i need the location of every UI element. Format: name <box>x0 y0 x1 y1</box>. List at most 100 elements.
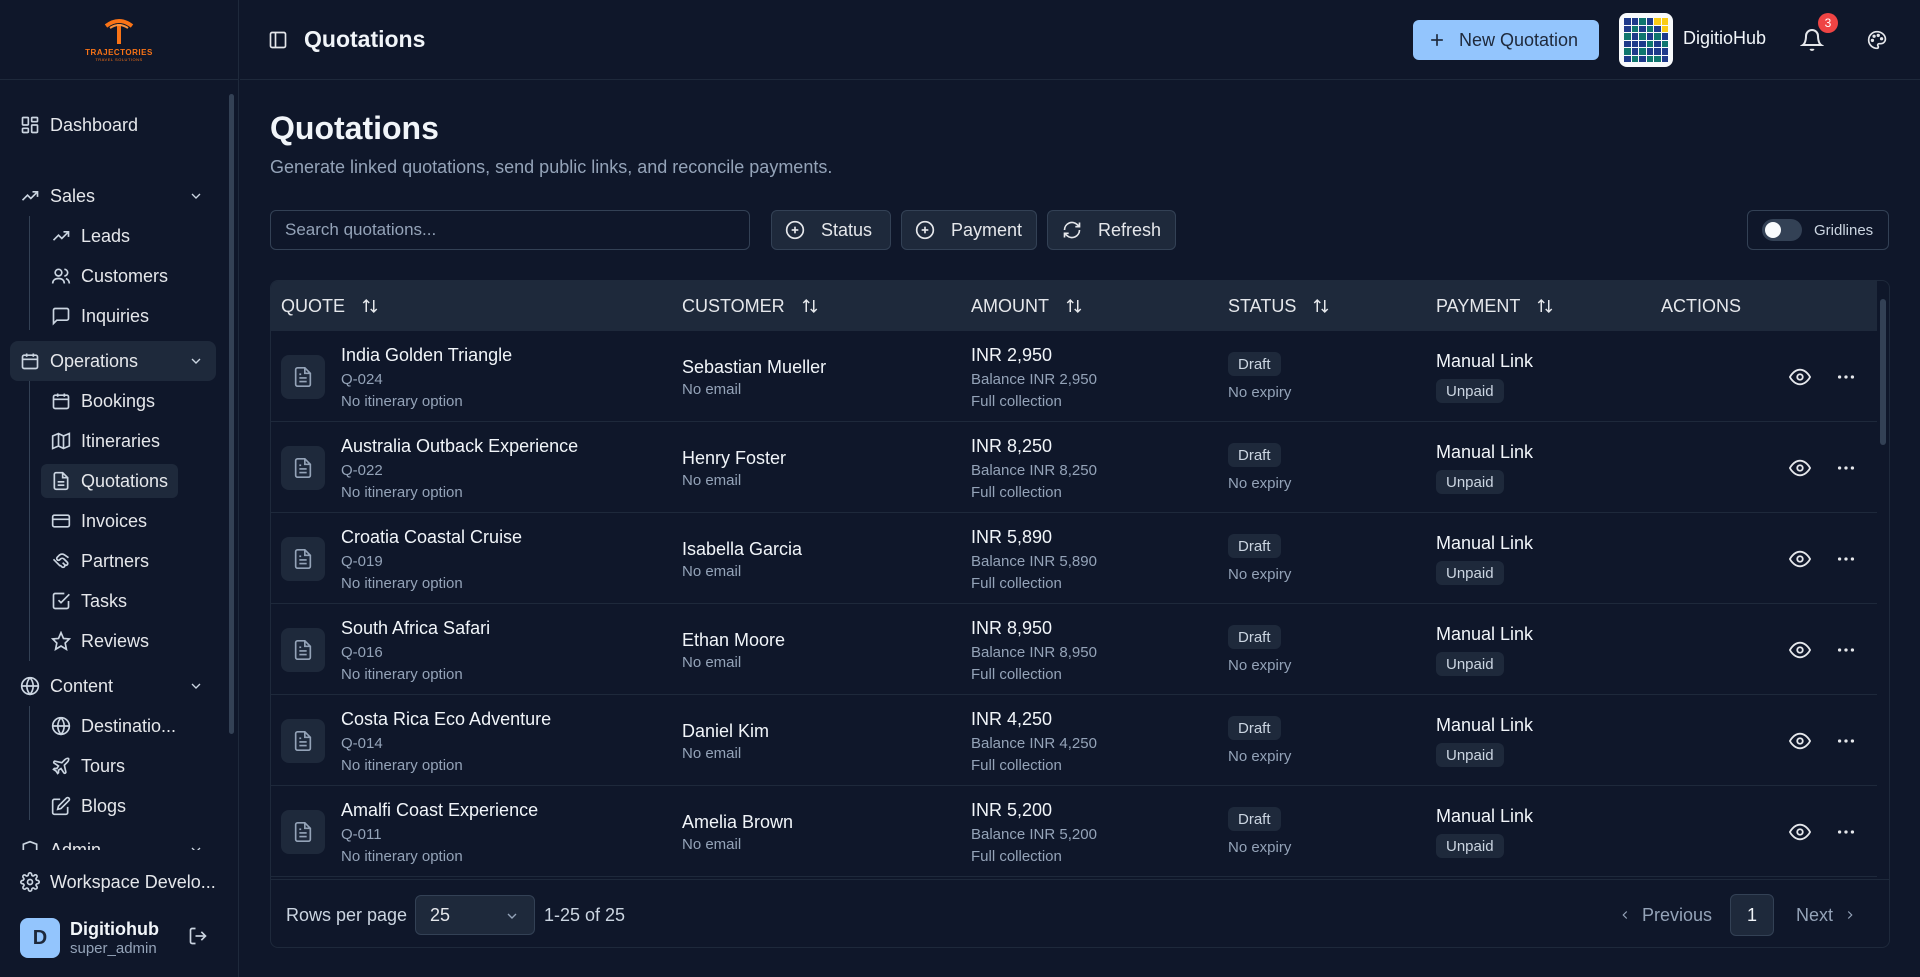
sidebar-item-blogs[interactable]: Blogs <box>41 789 136 823</box>
workspace-label: Workspace Develo... <box>50 871 216 892</box>
amount-collection: Full collection <box>971 848 1062 865</box>
sidebar: TRAJECTORIES TRAVEL SOLUTIONS Dashboard … <box>0 0 239 977</box>
payment-method: Manual Link <box>1436 351 1534 371</box>
brand-logo[interactable]: TRAJECTORIES TRAVEL SOLUTIONS <box>0 0 238 80</box>
gridlines-switch[interactable] <box>1762 219 1802 241</box>
customer-name: Ethan Moore <box>682 630 786 650</box>
sidebar-item-leads[interactable]: Leads <box>41 219 140 253</box>
quote-title[interactable]: Croatia Coastal Cruise <box>341 527 522 548</box>
status-filter-button[interactable]: Status <box>771 210 891 250</box>
more-horizontal-icon[interactable] <box>1835 730 1857 752</box>
customer-name: Sebastian Mueller <box>682 357 827 377</box>
sidebar-group-sales[interactable]: Sales <box>10 176 216 216</box>
quote-title[interactable]: India Golden Triangle <box>341 345 512 366</box>
quote-title[interactable]: Australia Outback Experience <box>341 436 578 457</box>
sub-nav-line <box>29 216 30 330</box>
payment-filter-button[interactable]: Payment <box>901 210 1037 250</box>
new-quotation-button[interactable]: New Quotation <box>1413 20 1599 60</box>
quote-title[interactable]: South Africa Safari <box>341 618 490 639</box>
user-profile[interactable]: D Digitiohub super_admin <box>20 914 220 962</box>
chevron-down-icon <box>191 358 201 364</box>
sidebar-item-label: Bookings <box>81 390 156 411</box>
search-input[interactable] <box>270 210 750 250</box>
page-number-button[interactable]: 1 <box>1730 894 1774 936</box>
sidebar-group-content[interactable]: Content <box>10 666 216 706</box>
sidebar-group-admin[interactable]: Admin <box>10 830 216 850</box>
workspace-switcher[interactable]: Workspace Develo... <box>10 862 230 902</box>
column-header-actions: ACTIONS <box>1661 281 1741 331</box>
column-header-status[interactable]: STATUS <box>1228 281 1330 331</box>
rows-per-page-select[interactable]: 25 <box>415 895 535 935</box>
chevron-down-icon <box>191 847 201 850</box>
more-horizontal-icon[interactable] <box>1835 366 1857 388</box>
quote-title[interactable]: Costa Rica Eco Adventure <box>341 709 551 730</box>
table-row[interactable]: Amalfi Coast Experience Q-011 No itinera… <box>271 786 1877 877</box>
table-row[interactable]: South Africa Safari Q-016 No itinerary o… <box>271 604 1877 695</box>
amount-total: INR 5,890 <box>971 527 1053 547</box>
calendar-icon <box>52 393 70 410</box>
column-header-customer[interactable]: CUSTOMER <box>682 281 819 331</box>
user-info: Digitiohub super_admin <box>70 919 159 957</box>
previous-page-button[interactable]: Previous <box>1618 895 1712 935</box>
org-name[interactable]: DigitioHub <box>1683 28 1766 49</box>
org-logo[interactable] <box>1619 13 1673 67</box>
top-bar: Quotations New Quotation DigitioHub 3 <box>240 0 1920 80</box>
sidebar-item-destinations[interactable]: Destinatio... <box>41 709 186 743</box>
gridlines-toggle[interactable]: Gridlines <box>1747 210 1889 250</box>
eye-icon[interactable] <box>1789 639 1811 661</box>
sidebar-item-label: Sales <box>50 185 96 206</box>
status-badge: Draft <box>1228 625 1281 649</box>
eye-icon[interactable] <box>1789 366 1811 388</box>
table-row[interactable]: Costa Rica Eco Adventure Q-014 No itiner… <box>271 695 1877 786</box>
sidebar-item-reviews[interactable]: Reviews <box>41 624 159 658</box>
payment-method: Manual Link <box>1436 715 1534 735</box>
logo-icon <box>104 18 134 44</box>
column-header-quote[interactable]: QUOTE <box>281 281 379 331</box>
table-row[interactable]: Croatia Coastal Cruise Q-019 No itinerar… <box>271 513 1877 604</box>
column-header-payment[interactable]: PAYMENT <box>1436 281 1554 331</box>
sidebar-item-quotations[interactable]: Quotations <box>41 464 179 498</box>
sidebar-item-itineraries[interactable]: Itineraries <box>41 424 170 458</box>
sidebar-item-dashboard[interactable]: Dashboard <box>10 105 216 145</box>
sidebar-item-customers[interactable]: Customers <box>41 259 178 293</box>
sidebar-item-partners[interactable]: Partners <box>41 544 159 578</box>
logout-icon[interactable] <box>188 926 208 946</box>
sidebar-item-label: Admin <box>50 839 102 851</box>
sidebar-item-bookings[interactable]: Bookings <box>41 384 165 418</box>
quote-itinerary-option: No itinerary option <box>341 757 463 774</box>
table-row[interactable]: Australia Outback Experience Q-022 No it… <box>271 422 1877 513</box>
quote-title[interactable]: Amalfi Coast Experience <box>341 800 538 821</box>
column-label: PAYMENT <box>1436 295 1521 316</box>
amount-balance: Balance INR 2,950 <box>971 371 1097 388</box>
sidebar-group-operations[interactable]: Operations <box>10 341 216 381</box>
table-row[interactable]: India Golden Triangle Q-024 No itinerary… <box>271 331 1877 422</box>
document-icon <box>281 537 325 581</box>
chevron-down-icon <box>191 193 201 199</box>
eye-icon[interactable] <box>1789 548 1811 570</box>
status-badge: Draft <box>1228 534 1281 558</box>
eye-icon[interactable] <box>1789 457 1811 479</box>
chevron-down-icon <box>191 683 201 689</box>
sidebar-item-tours[interactable]: Tours <box>41 749 135 783</box>
sidebar-item-inquiries[interactable]: Inquiries <box>41 299 159 333</box>
more-horizontal-icon[interactable] <box>1835 639 1857 661</box>
status-expiry: No expiry <box>1228 657 1292 674</box>
column-header-amount[interactable]: AMOUNT <box>971 281 1083 331</box>
eye-icon[interactable] <box>1789 730 1811 752</box>
file-text-icon <box>294 640 312 660</box>
table-scrollbar[interactable] <box>1880 299 1886 445</box>
more-horizontal-icon[interactable] <box>1835 548 1857 570</box>
next-page-button[interactable]: Next <box>1796 895 1857 935</box>
more-horizontal-icon[interactable] <box>1835 821 1857 843</box>
sidebar-item-invoices[interactable]: Invoices <box>41 504 157 538</box>
bell-icon[interactable] <box>1800 28 1824 52</box>
refresh-button[interactable]: Refresh <box>1047 210 1176 250</box>
rows-per-page-value: 25 <box>430 904 451 925</box>
payment-badge: Unpaid <box>1436 834 1504 858</box>
eye-icon[interactable] <box>1789 821 1811 843</box>
sidebar-item-tasks[interactable]: Tasks <box>41 584 137 618</box>
more-horizontal-icon[interactable] <box>1835 457 1857 479</box>
palette-icon[interactable] <box>1867 30 1887 50</box>
sidebar-toggle-icon[interactable] <box>268 30 288 50</box>
sidebar-scrollbar[interactable] <box>229 94 234 734</box>
